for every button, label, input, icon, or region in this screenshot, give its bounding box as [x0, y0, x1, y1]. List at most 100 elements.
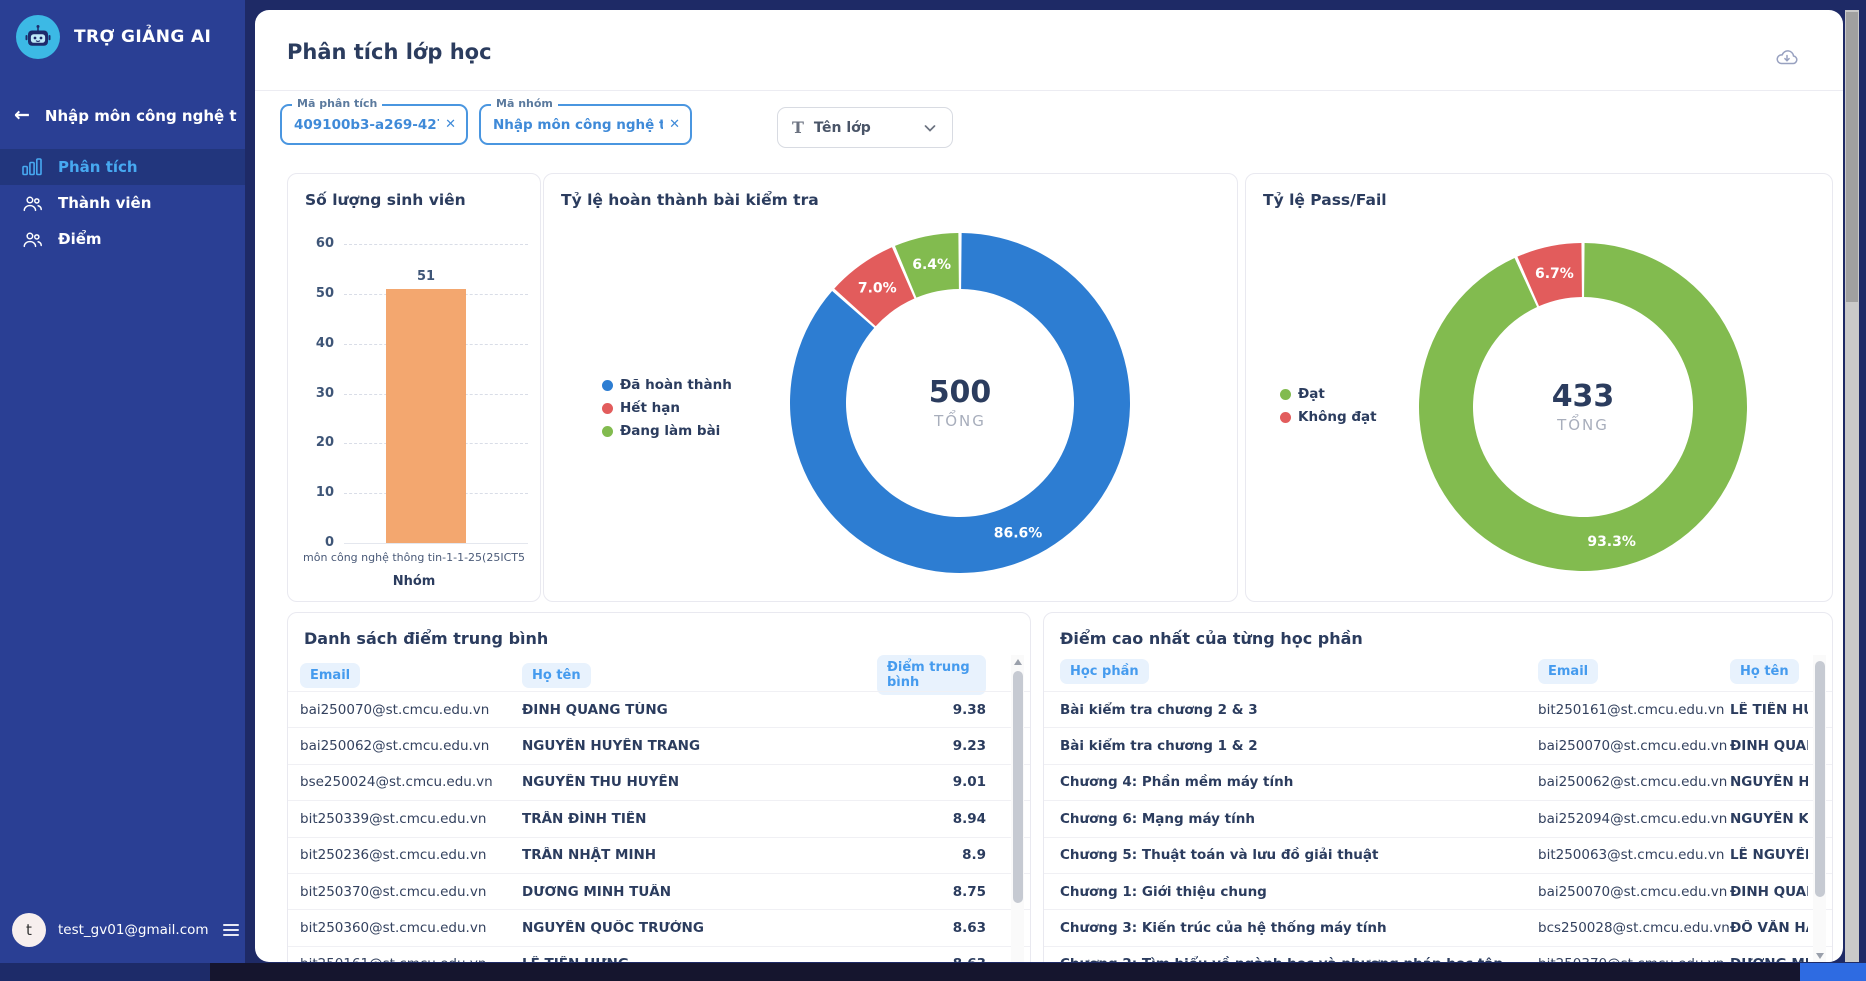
legend-dot: [1280, 389, 1291, 400]
user-row[interactable]: t test_gv01@gmail.com: [0, 913, 245, 947]
filter-group-label: Mã nhóm: [491, 97, 558, 110]
legend-dot: [602, 426, 613, 437]
class-name-select-label: Tên lớp: [814, 120, 871, 136]
cell-email: bai250070@st.cmcu.edu.vn: [1538, 884, 1730, 900]
cell-name: NGUYỄN HUYỀ: [1730, 774, 1808, 790]
avg-col-email[interactable]: Email: [300, 663, 360, 688]
cell-name: TRẦN ĐÌNH TIẾN: [522, 811, 877, 827]
bottom-strip: [0, 963, 1866, 981]
table-row: bit250339@st.cmcu.edu.vnTRẦN ĐÌNH TIẾN8.…: [288, 800, 1030, 836]
header-divider: [255, 90, 1843, 91]
cell-email: bit250063@st.cmcu.edu.vn: [1538, 847, 1730, 863]
completion-rate-title: Tỷ lệ hoàn thành bài kiểm tra: [561, 191, 819, 209]
filter-analysis-chip[interactable]: Mã phân tích 409100b3-a269-4273-909 ✕: [280, 104, 468, 145]
cell-module: Chương 3: Kiến trúc của hệ thống máy tín…: [1060, 920, 1538, 936]
page-scrollbar-thumb[interactable]: [1846, 12, 1858, 302]
table-row: Chương 3: Kiến trúc của hệ thống máy tín…: [1044, 909, 1832, 945]
cell-email: bit250370@st.cmcu.edu.vn: [1538, 956, 1730, 962]
table-row: bai250062@st.cmcu.edu.vnNGUYỄN HUYỀN TRA…: [288, 727, 1030, 763]
cell-email: bit250339@st.cmcu.edu.vn: [300, 811, 522, 827]
table-row: bit250360@st.cmcu.edu.vnNGUYỄN QUỐC TRƯỞ…: [288, 909, 1030, 945]
sidebar-item-0[interactable]: Phân tích: [0, 149, 245, 185]
cell-score: 9.01: [877, 774, 986, 790]
table-row: Chương 5: Thuật toán và lưu đồ giải thuậ…: [1044, 837, 1832, 873]
avg-score-table-title: Danh sách điểm trung bình: [304, 629, 548, 648]
filter-analysis-clear-icon[interactable]: ✕: [445, 117, 456, 132]
sidebar-item-2[interactable]: Điểm: [0, 221, 245, 257]
sidebar: TRỢ GIẢNG AI ← Nhập môn công nghệ th... …: [0, 0, 245, 981]
avg-table-header: Email Họ tên Điểm trung bình: [288, 655, 1030, 687]
filter-group-clear-icon[interactable]: ✕: [669, 117, 680, 132]
top-score-table-title: Điểm cao nhất của từng học phần: [1060, 629, 1363, 648]
cell-email: bse250024@st.cmcu.edu.vn: [300, 774, 522, 790]
chevron-down-icon: [922, 120, 938, 136]
legend-item[interactable]: Đạt: [1280, 386, 1377, 402]
students-bar-chart: 605040302010051môn công nghệ thông tin-1…: [288, 174, 540, 601]
people-icon: [21, 193, 43, 213]
pie-percent-label: 86.6%: [994, 526, 1043, 542]
cell-module: Bài kiểm tra chương 2 & 3: [1060, 702, 1538, 718]
avg-col-name[interactable]: Họ tên: [522, 663, 591, 688]
legend-dot: [602, 380, 613, 391]
course-name-label: Nhập môn công nghệ th...: [45, 107, 237, 125]
y-tick-label: 60: [290, 236, 334, 251]
back-arrow-icon[interactable]: ←: [14, 106, 30, 125]
cell-email: bit250161@st.cmcu.edu.vn: [1538, 702, 1730, 718]
pie-slice-Đạt: [1419, 243, 1747, 571]
sidebar-item-label: Điểm: [58, 230, 102, 248]
user-avatar[interactable]: t: [12, 913, 46, 947]
cell-module: Chương 6: Mạng máy tính: [1060, 811, 1538, 827]
table-row: Chương 4: Phần mềm máy tínhbai250062@st.…: [1044, 764, 1832, 800]
cell-module: Chương 1: Giới thiệu chung: [1060, 884, 1538, 900]
cell-name: NGUYỄN THU HUYỀN: [522, 774, 877, 790]
course-back-row[interactable]: ← Nhập môn công nghệ th...: [0, 59, 245, 125]
legend-item[interactable]: Không đạt: [1280, 409, 1377, 425]
top-table-scrollbar[interactable]: [1813, 655, 1826, 962]
top-table-header: Học phần Email Họ tên: [1044, 655, 1832, 687]
cell-name: LÊ NGUYÊN ĐẠ: [1730, 847, 1808, 863]
y-tick-label: 0: [290, 535, 334, 550]
page-scrollbar[interactable]: [1845, 10, 1859, 962]
avg-table-scrollbar[interactable]: [1011, 655, 1024, 962]
text-filter-icon: T: [792, 118, 804, 137]
cell-email: bai250062@st.cmcu.edu.vn: [1538, 774, 1730, 790]
cell-name: ĐINH QUANG T: [1730, 884, 1808, 900]
top-col-module[interactable]: Học phần: [1060, 659, 1149, 684]
x-category-label: môn công nghệ thông tin-1-1-25(25ICT5: [288, 551, 540, 564]
cell-email: bai250062@st.cmcu.edu.vn: [300, 738, 522, 754]
filter-group-chip[interactable]: Mã nhóm Nhập môn công nghệ thông t... ✕: [479, 104, 692, 145]
table-row: bit250161@st.cmcu.edu.vnLÊ TIẾN HƯNG8.63: [288, 946, 1030, 962]
legend-item[interactable]: Đang làm bài: [602, 423, 732, 439]
legend-item[interactable]: Hết hạn: [602, 400, 732, 416]
legend-label: Đang làm bài: [620, 423, 720, 439]
horizontal-scrollbar-thumb[interactable]: [1800, 963, 1866, 981]
legend-item[interactable]: Đã hoàn thành: [602, 377, 732, 393]
top-col-email[interactable]: Email: [1538, 659, 1598, 684]
cell-name: LÊ TIẾN HƯNG: [1730, 702, 1808, 718]
filter-analysis-label: Mã phân tích: [292, 97, 382, 110]
pie-percent-label: 93.3%: [1587, 534, 1636, 550]
top-col-name[interactable]: Họ tên: [1730, 659, 1799, 684]
cell-score: 8.9: [877, 847, 986, 863]
user-menu-icon[interactable]: [223, 924, 239, 936]
class-name-select[interactable]: T Tên lớp: [777, 107, 953, 148]
user-email: test_gv01@gmail.com: [58, 922, 209, 938]
sidebar-item-1[interactable]: Thành viên: [0, 185, 245, 221]
app-title: TRỢ GIẢNG AI: [74, 27, 211, 47]
y-tick-label: 30: [290, 386, 334, 401]
cell-email: bit250236@st.cmcu.edu.vn: [300, 847, 522, 863]
bottom-strip-left: [0, 963, 210, 981]
cell-module: Chương 2: Tìm hiểu về ngành học và phươn…: [1060, 956, 1538, 962]
y-tick-label: 40: [290, 336, 334, 351]
legend-label: Không đạt: [1298, 409, 1377, 425]
cell-email: bit250360@st.cmcu.edu.vn: [300, 920, 522, 936]
pie-percent-label: 6.7%: [1535, 266, 1574, 282]
completion-rate-card: Tỷ lệ hoàn thành bài kiểm tra Đã hoàn th…: [543, 173, 1238, 602]
avg-col-score[interactable]: Điểm trung bình: [877, 655, 986, 695]
cell-name: NGUYỄN KHẮC: [1730, 811, 1808, 827]
student-count-bar: [386, 289, 466, 543]
cell-name: ĐINH QUANG T: [1730, 738, 1808, 754]
cloud-download-icon[interactable]: [1775, 46, 1799, 72]
cell-name: ĐỖ VĂN HẢI N: [1730, 920, 1808, 936]
app-root: TRỢ GIẢNG AI ← Nhập môn công nghệ th... …: [0, 0, 1866, 981]
